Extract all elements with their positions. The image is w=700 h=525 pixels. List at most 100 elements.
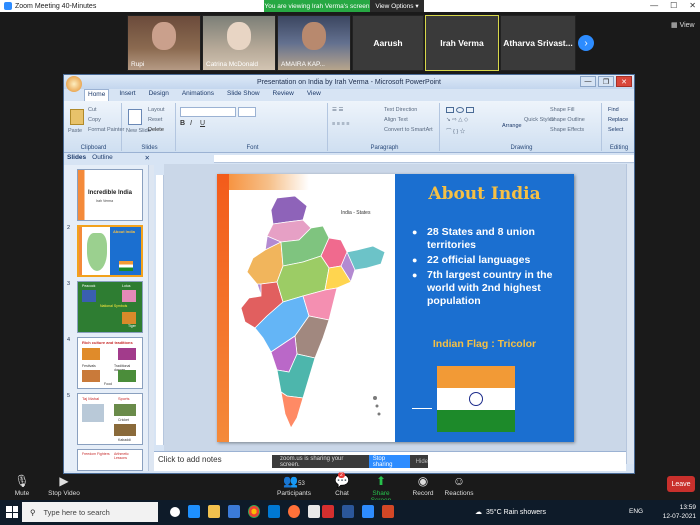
participant-tile[interactable]: Atharva Srivast... [500,15,576,71]
file-explorer-icon[interactable] [208,505,220,518]
bold-button[interactable]: B [180,120,185,127]
shape-fill-button[interactable]: Shape Fill [550,107,574,113]
view-button[interactable]: ▦ View [671,21,695,29]
slide-thumbnail[interactable]: Rich culture and traditions Festivals Tr… [77,337,143,389]
cut-button[interactable]: Cut [88,107,97,113]
language-indicator[interactable]: ENG [629,508,643,515]
participant-name: Atharva Srivast... [503,38,573,48]
chat-button[interactable]: 💬 2 Chat [330,472,354,497]
taskbar-search[interactable]: ⚲ Type here to search [22,502,158,522]
align-text-button[interactable]: Align Text [384,117,408,123]
stop-sharing-button[interactable]: Stop sharing [368,455,410,468]
tab-animations[interactable]: Animations [179,89,217,101]
record-button[interactable]: ◉ Record [410,474,436,497]
participant-tile[interactable]: Aarush [352,15,424,71]
slide-thumbnail[interactable]: Freedom Fighters Arthmetic Lessons [77,449,143,471]
slide-thumbnail-selected[interactable]: About India [77,225,143,277]
ppt-close-button[interactable]: ✕ [616,76,632,87]
tab-slides[interactable]: Slides [67,154,86,164]
select-button[interactable]: Select [608,127,623,133]
shape-effects-button[interactable]: Shape Effects [550,127,584,133]
chevron-right-icon: › [584,37,588,49]
connector-shape-icon[interactable]: ⌒ { } ☆ [446,127,465,135]
slide-scrollbar[interactable] [626,164,634,464]
minimize-icon[interactable]: — [650,1,658,10]
windows-start-icon[interactable] [6,506,18,518]
participants-button[interactable]: 👥53 Participants [276,474,312,497]
new-slide-icon[interactable] [128,109,142,125]
format-painter-button[interactable]: Format Painter [88,127,124,133]
replace-button[interactable]: Replace [608,117,628,123]
weather-widget[interactable]: ☁ 35°C Rain showers [475,508,546,517]
slide-thumbnail[interactable]: Taj Mahal Sports Cricket Kabaddi [77,393,143,445]
participant-tile[interactable]: Catrina McDonald [202,15,276,71]
text-direction-button[interactable]: Text Direction [384,107,417,113]
layout-button[interactable]: Layout [148,107,165,113]
system-clock[interactable]: 13:59 12-07-2021 [663,503,696,521]
tab-design[interactable]: Design [146,89,172,101]
maximize-icon[interactable]: ☐ [670,1,677,10]
bullets-icon[interactable]: ☰ ☰ [332,107,343,113]
mail-icon[interactable] [268,505,280,518]
hide-button[interactable]: Hide [416,459,428,465]
stop-video-button[interactable]: ▶ Stop Video [46,474,82,497]
record-icon: ◉ [417,474,429,488]
italic-button[interactable]: I [190,120,192,127]
rectangle-shape-icon[interactable] [466,107,474,113]
task-view-icon[interactable] [170,507,180,517]
thumbnail-scrollbar[interactable] [148,165,154,471]
oval-shape-icon[interactable] [456,107,464,113]
firefox-icon[interactable] [288,505,300,518]
rectangle-shape-icon[interactable] [446,107,454,113]
tab-review[interactable]: Review [270,89,297,101]
tab-slide-show[interactable]: Slide Show [224,89,263,101]
mute-button[interactable]: 🎙 Mute [10,474,34,497]
align-icon[interactable]: ≡ ≡ ≡ ≡ [332,121,349,127]
leave-button[interactable]: Leave [667,476,695,492]
convert-smartart-button[interactable]: Convert to SmartArt [384,127,433,133]
slide-thumbnail[interactable]: Peacock Lotus National Symbols Tiger [77,281,143,333]
delete-button[interactable]: Delete [148,127,164,133]
current-slide[interactable]: India - States About India 28 States and… [217,174,574,442]
thumbnail-label: National Symbols [100,304,128,308]
word-icon[interactable] [342,505,354,518]
tab-outline[interactable]: Outline [92,154,113,164]
app-icon[interactable] [308,505,320,518]
tab-view[interactable]: View [304,89,324,101]
powerpoint-taskbar-icon[interactable] [382,505,394,518]
arrow-shape-icon[interactable]: ↘ ⇨ △ ◇ [446,117,468,123]
pdf-icon[interactable] [322,505,334,518]
view-options-button[interactable]: View Options ▾ [370,0,424,12]
store-icon[interactable] [228,505,240,518]
chrome-icon[interactable] [248,505,260,518]
font-size-box[interactable] [238,107,256,117]
edge-icon[interactable] [188,505,200,518]
participant-tile[interactable]: AMAIRA KAP... [277,15,351,71]
reset-button[interactable]: Reset [148,117,162,123]
close-icon[interactable]: ✕ [689,1,696,10]
reactions-button[interactable]: ☺ Reactions [444,474,474,497]
clipboard-group-label: Clipboard [80,145,107,151]
find-button[interactable]: Find [608,107,619,113]
underline-button[interactable]: U [200,120,205,127]
tab-home[interactable]: Home [84,89,110,101]
participants-label: Participants [277,490,311,497]
slides-group-label: Slides [141,145,158,151]
arrange-button[interactable]: Arrange [502,123,522,129]
participant-name: AMAIRA KAP... [281,61,325,68]
shape-outline-button[interactable]: Shape Outline [550,117,585,123]
zoom-taskbar-icon[interactable] [362,505,374,518]
slide-thumbnail[interactable]: Incredible India Irah Verma [77,169,143,221]
copy-button[interactable]: Copy [88,117,101,123]
horizontal-ruler [214,155,634,163]
close-panel-icon[interactable]: ✕ [145,154,150,164]
participant-tile[interactable]: Irah Verma [425,15,499,71]
ppt-restore-button[interactable]: ❐ [598,76,614,87]
next-page-button[interactable]: › [578,35,594,51]
office-button[interactable] [66,76,82,92]
paste-icon[interactable] [70,109,84,125]
font-name-box[interactable] [180,107,236,117]
ppt-minimize-button[interactable]: — [580,76,596,87]
tab-insert[interactable]: Insert [116,89,138,101]
participant-tile[interactable]: Rupi [127,15,201,71]
